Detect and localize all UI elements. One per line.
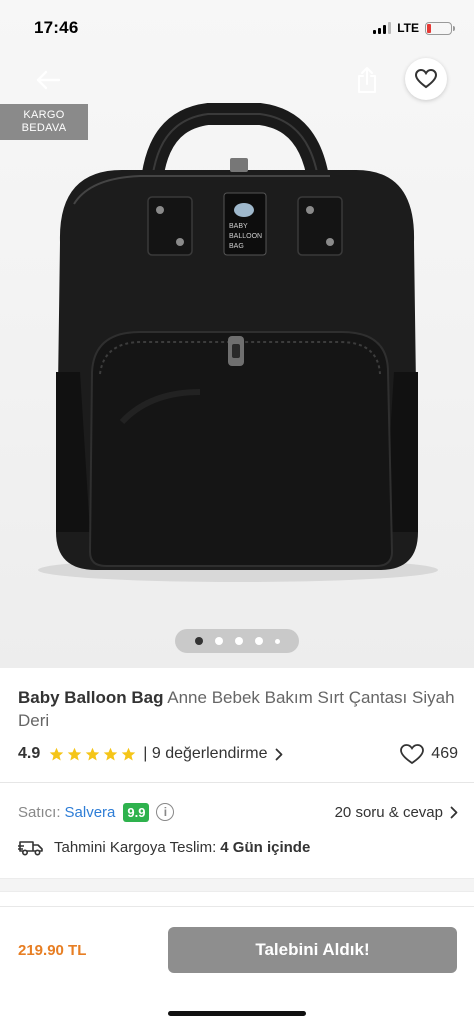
request-received-button[interactable]: Talebini Aldık! xyxy=(168,927,457,973)
status-time: 17:46 xyxy=(34,18,79,37)
chevron-right-icon[interactable] xyxy=(275,748,283,761)
cargo-badge-line1: KARGO xyxy=(23,109,65,121)
back-arrow-icon xyxy=(36,70,61,90)
seller-label: Satıcı: xyxy=(18,803,61,821)
rating-row: 4.9 | 9 değerlendirme 469 xyxy=(18,742,458,766)
carousel-dot[interactable] xyxy=(194,637,203,645)
star-icon xyxy=(68,747,82,760)
section-separator xyxy=(0,878,474,892)
favorite-button[interactable] xyxy=(405,58,447,100)
reviews-link[interactable]: | 9 değerlendirme xyxy=(143,745,267,763)
questions-answers-link[interactable]: 20 soru & cevap xyxy=(335,804,458,821)
divider xyxy=(0,782,474,783)
delivery-estimate: Tahmini Kargoya Teslim: 4 Gün içinde xyxy=(18,835,458,859)
heart-icon xyxy=(415,69,437,89)
cargo-badge-line2: BEDAVA xyxy=(21,122,67,134)
star-icon xyxy=(104,747,118,760)
carousel-dot[interactable] xyxy=(274,638,280,644)
bottom-action-bar: 219.90 TL Talebini Aldık! xyxy=(0,906,474,1024)
bag-label-line1: BABY xyxy=(229,223,248,230)
qa-link-label: 20 soru & cevap xyxy=(334,803,443,821)
carousel-dot[interactable] xyxy=(254,637,263,645)
like-counter[interactable]: 469 xyxy=(400,743,458,765)
star-icon xyxy=(122,747,136,760)
seller-row: Satıcı: Salvera 9.9 i 20 soru & cevap xyxy=(18,800,458,824)
carousel-dot[interactable] xyxy=(234,637,243,645)
product-image-gallery[interactable]: BABY BALLOON BAG KARGO BEDAVA xyxy=(0,0,474,668)
back-button[interactable] xyxy=(28,62,68,98)
bag-label-line2: BALLOON xyxy=(229,233,262,240)
info-icon[interactable]: i xyxy=(156,803,175,821)
bag-label-line3: BAG xyxy=(229,243,244,250)
delivery-label: Tahmini Kargoya Teslim: xyxy=(54,838,217,856)
share-icon xyxy=(358,67,376,93)
rating-stars xyxy=(49,747,136,762)
truck-icon xyxy=(18,841,43,856)
carousel-indicator[interactable] xyxy=(175,629,299,653)
network-label: LTE xyxy=(397,21,419,35)
star-icon xyxy=(86,747,100,760)
heart-icon xyxy=(400,743,425,764)
rating-value: 4.9 xyxy=(18,745,41,762)
chevron-right-icon xyxy=(450,806,458,818)
product-title: Baby Balloon Bag Anne Bebek Bakım Sırt Ç… xyxy=(18,686,458,732)
signal-icon xyxy=(373,22,392,34)
free-shipping-badge: KARGO BEDAVA xyxy=(0,104,88,140)
seller-score-badge: 9.9 xyxy=(123,802,150,822)
like-count: 469 xyxy=(431,745,458,762)
carousel-dot[interactable] xyxy=(214,637,223,645)
delivery-value: 4 Gün içinde xyxy=(220,838,311,856)
share-button[interactable] xyxy=(350,62,384,98)
battery-icon xyxy=(425,21,455,35)
product-brand[interactable]: Baby Balloon Bag xyxy=(18,688,163,707)
product-image-backpack[interactable]: BABY BALLOON BAG xyxy=(30,92,450,592)
home-indicator[interactable] xyxy=(168,1011,306,1016)
seller-name-link[interactable]: Salvera xyxy=(65,804,116,821)
status-bar: 17:46 LTE xyxy=(0,0,474,56)
star-icon xyxy=(50,747,64,760)
product-price: 219.90 TL xyxy=(18,942,87,959)
